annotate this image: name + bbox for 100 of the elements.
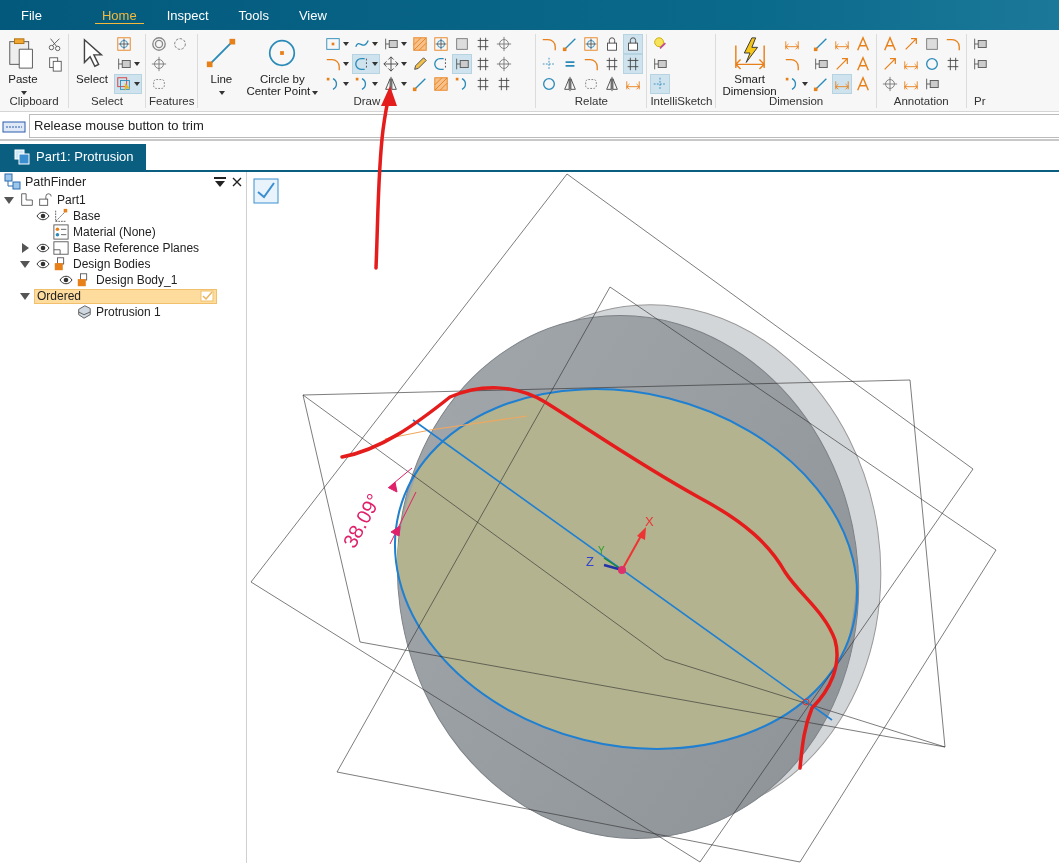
tree-item[interactable]: Part1	[54, 193, 89, 207]
close-button[interactable]	[232, 177, 242, 187]
part-icon	[19, 192, 35, 208]
ribbon-button[interactable]: Line	[201, 34, 242, 94]
dimension-text[interactable]: 38.09°	[338, 489, 386, 552]
corner-icon	[325, 56, 342, 72]
frame-icon	[923, 76, 940, 92]
rectangle-icon	[325, 36, 342, 52]
ribbon-button[interactable]: Circle by Center Point	[243, 34, 322, 94]
corner-icon	[583, 56, 600, 72]
axis-label: X	[645, 514, 654, 529]
frame-icon	[383, 36, 400, 52]
axis-triad	[603, 527, 646, 574]
pencil-icon	[412, 56, 429, 72]
tool-button[interactable]	[623, 54, 644, 74]
group-label: Features	[149, 94, 195, 108]
corner-icon	[783, 56, 800, 72]
tree-item-label: Ordered	[37, 289, 82, 303]
expand-toggle[interactable]	[21, 243, 29, 253]
point-icon	[881, 76, 898, 92]
group-label: Select	[90, 94, 124, 108]
tool-button[interactable]	[149, 34, 169, 54]
tool-button[interactable]	[352, 54, 381, 74]
tree-icon	[4, 172, 22, 192]
bulb-icon	[652, 36, 669, 52]
letter-icon	[854, 36, 871, 52]
tool-button[interactable]	[623, 34, 644, 54]
axis-label: Z	[586, 554, 594, 569]
sketch-circle[interactable]	[394, 388, 858, 750]
point-icon	[496, 36, 513, 52]
sketch-line[interactable]	[412, 419, 833, 721]
ribbon-button[interactable]: Select	[72, 34, 112, 94]
check-icon	[200, 290, 214, 302]
ring-icon	[151, 36, 167, 52]
tool-button[interactable]	[114, 74, 142, 94]
cylinder-body[interactable]	[395, 304, 882, 839]
accept-button[interactable]	[253, 178, 279, 204]
eye-icon[interactable]	[36, 243, 50, 253]
part-icon	[14, 149, 30, 165]
scissors-icon	[47, 36, 63, 52]
panel-title: PathFinder	[25, 173, 88, 191]
menu-tab[interactable]: Inspect	[151, 0, 224, 30]
menu-tab[interactable]: File	[6, 0, 57, 30]
crosshair-icon	[433, 36, 450, 52]
panel-menu-button[interactable]	[214, 176, 226, 188]
mirror-icon	[604, 76, 621, 92]
group-label: Dimension	[767, 95, 825, 108]
tree-item[interactable]: Base Reference Planes	[70, 241, 203, 255]
axes-icon	[53, 208, 69, 224]
frame-icon	[652, 56, 669, 72]
prompt-field: Release mouse button to trim	[29, 114, 1059, 138]
eye-icon[interactable]	[36, 259, 50, 269]
letter-icon	[854, 76, 871, 92]
ribbon-button[interactable]: Smart Dimension	[719, 34, 780, 94]
plane-icon	[53, 240, 69, 256]
menu-tab[interactable]: View	[283, 0, 342, 30]
tool-button[interactable]	[149, 54, 169, 74]
crosshair-icon	[583, 36, 600, 52]
line-icon	[812, 76, 829, 92]
tree-item[interactable]: Design Body_1	[93, 273, 181, 287]
endpoint-marker	[802, 698, 810, 706]
hatch-icon	[412, 36, 429, 52]
ribbon-button[interactable]: Paste	[3, 34, 43, 94]
eye-icon[interactable]	[59, 275, 73, 285]
frame-icon	[454, 56, 471, 72]
eye-icon[interactable]	[36, 211, 50, 221]
square-icon	[454, 36, 471, 52]
menu-tab[interactable]: Home	[86, 0, 152, 30]
selection-icon	[116, 76, 132, 92]
menu-tab[interactable]: Tools	[223, 0, 284, 30]
tree-item[interactable]: Protrusion 1	[93, 305, 164, 319]
circle-icon	[923, 56, 940, 72]
mirror-icon	[383, 76, 400, 92]
circle-icon	[541, 76, 558, 92]
frame-icon	[971, 56, 988, 72]
tree-item[interactable]: Ordered	[34, 288, 217, 304]
point-icon	[151, 56, 167, 72]
group-label: Draw	[352, 94, 382, 108]
expand-toggle[interactable]	[4, 196, 14, 204]
crosshair-icon	[116, 36, 132, 52]
document-tab[interactable]: Part1: Protrusion	[0, 144, 146, 170]
extrusion-icon	[76, 304, 92, 320]
letter-icon	[881, 36, 898, 52]
tree-item[interactable]: Design Bodies	[70, 257, 154, 271]
tool-button[interactable]	[452, 54, 473, 74]
square-icon	[923, 36, 940, 52]
tree-item[interactable]: Base	[70, 209, 104, 223]
tree-item[interactable]: Material (None)	[70, 225, 159, 239]
frame-icon	[971, 36, 988, 52]
dotted-shape-icon	[151, 76, 167, 92]
corner-icon	[541, 36, 558, 52]
letter-icon	[854, 56, 871, 72]
frame-icon	[812, 56, 829, 72]
hatch-icon	[433, 76, 450, 92]
mirror-icon	[562, 76, 579, 92]
expand-toggle[interactable]	[20, 260, 30, 268]
point-icon	[496, 56, 513, 72]
dotted-shape-icon	[583, 76, 600, 92]
group-label: Pr	[973, 94, 987, 108]
corner-icon	[944, 36, 961, 52]
